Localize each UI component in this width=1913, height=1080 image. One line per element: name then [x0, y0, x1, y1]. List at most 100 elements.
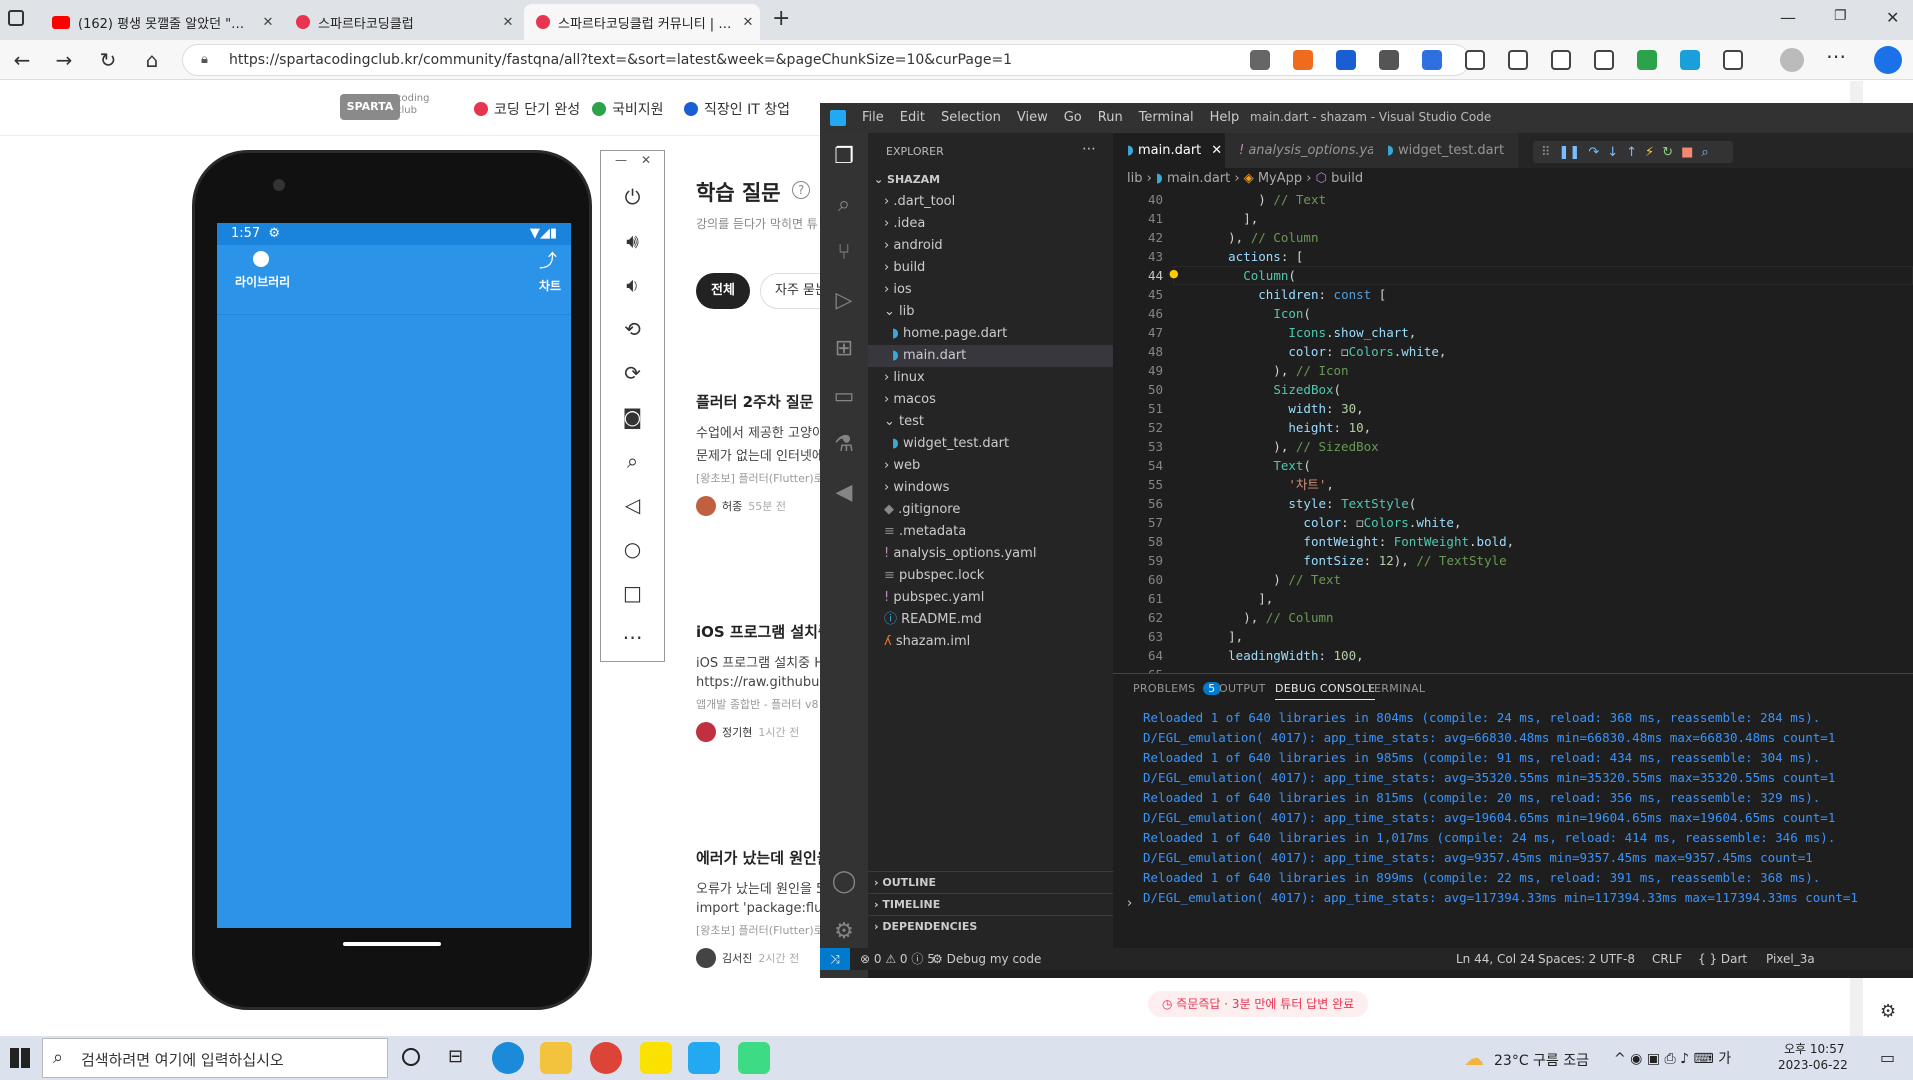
- post-list-item[interactable]: iOS 프로그램 설치중 iOS 프로그램 설치중 H https://raw.…: [696, 621, 820, 751]
- extension-icon[interactable]: [1293, 50, 1313, 70]
- show-chart-icon[interactable]: ⤴: [539, 247, 557, 273]
- language-status[interactable]: { } Dart: [1698, 948, 1747, 970]
- home-gesture-bar[interactable]: [343, 942, 441, 946]
- taskbar-search-box[interactable]: ⌕ 검색하려면 여기에 입력하십시오: [42, 1038, 388, 1078]
- split-screen-icon[interactable]: [1508, 50, 1528, 70]
- volume-down-icon[interactable]: 🔉︎: [601, 263, 664, 307]
- extension-icon[interactable]: [1422, 50, 1442, 70]
- restart-icon[interactable]: ↻: [1662, 145, 1673, 160]
- project-folder[interactable]: ⌄ SHAZAM: [868, 169, 1113, 191]
- step-into-icon[interactable]: ↓: [1607, 145, 1618, 160]
- minimize-icon[interactable]: —: [615, 153, 627, 167]
- testing-icon[interactable]: ⚗: [820, 421, 868, 469]
- breadcrumb-method[interactable]: build: [1331, 171, 1363, 186]
- close-window-icon[interactable]: ✕: [1886, 8, 1899, 27]
- avatar[interactable]: [1780, 48, 1804, 72]
- lightbulb-icon[interactable]: ●: [1169, 267, 1179, 280]
- menu-go[interactable]: Go: [1064, 110, 1082, 125]
- post-list-item[interactable]: 플러터 2주차 질문 수업에서 제공한 고양이 문제가 없는데 인터넷에 [왕초…: [696, 391, 820, 521]
- tree-item[interactable]: › ios: [868, 279, 1113, 301]
- browser-tab-youtube[interactable]: (162) 평생 못깰줄 알았던 "하드코어 ✕: [40, 4, 280, 40]
- restore-window-icon[interactable]: ❐: [1834, 8, 1847, 24]
- settings-gear-icon[interactable]: ⚙: [1880, 1001, 1896, 1022]
- emulator-taskbar-icon[interactable]: [738, 1042, 770, 1074]
- bing-icon[interactable]: [1874, 46, 1902, 74]
- kakaotalk-icon[interactable]: [640, 1042, 672, 1074]
- dependencies-section[interactable]: › DEPENDENCIES: [868, 915, 1113, 937]
- home-icon[interactable]: ⌂: [138, 46, 166, 74]
- browser-tab-community[interactable]: 스파르타코딩클럽 커뮤니티 | 스파 ✕: [524, 4, 760, 40]
- close-icon[interactable]: ✕: [736, 15, 760, 30]
- cortana-icon[interactable]: [402, 1048, 420, 1066]
- tree-item[interactable]: ⓘ README.md: [868, 609, 1113, 631]
- search-icon[interactable]: ⌕: [820, 181, 868, 229]
- quick-answer-badge[interactable]: ◷ 즉문즉답 · 3분 만에 튜터 답변 완료: [1148, 991, 1369, 1017]
- menu-edit[interactable]: Edit: [900, 110, 925, 125]
- extensions-icon[interactable]: ⊞: [820, 325, 868, 373]
- tree-item[interactable]: › .dart_tool: [868, 191, 1113, 213]
- more-icon[interactable]: ⋯: [1826, 44, 1846, 68]
- menu-view[interactable]: View: [1017, 110, 1048, 125]
- more-actions-icon[interactable]: ⋯: [1082, 141, 1096, 157]
- new-tab-icon[interactable]: +: [772, 6, 790, 31]
- code-area[interactable]: 40 41 42 43 44 45 46 47 48 49 50 51 52 53 54 55 56 57 58 59…: [1113, 190, 1913, 673]
- nav-link-startup[interactable]: 직장인 IT 창업: [684, 99, 790, 119]
- tree-item-selected[interactable]: ◗ main.dart: [868, 345, 1113, 367]
- remote-explorer-icon[interactable]: ▭: [820, 373, 868, 421]
- panel-tab-problems[interactable]: PROBLEMS 5: [1133, 682, 1221, 695]
- extension-icon[interactable]: [1250, 50, 1270, 70]
- edge-icon[interactable]: [492, 1042, 524, 1074]
- menu-selection[interactable]: Selection: [941, 110, 1001, 125]
- hot-reload-icon[interactable]: ⚡: [1645, 145, 1654, 160]
- panel-tab-terminal[interactable]: TERMINAL: [1367, 682, 1425, 695]
- tree-item[interactable]: ≡ pubspec.lock: [868, 565, 1113, 587]
- code-editor[interactable]: ◗ main.dart ✕ ! analysis_options.yaml ◗ w…: [1113, 133, 1913, 673]
- encoding-status[interactable]: UTF-8: [1600, 948, 1635, 970]
- power-icon[interactable]: ⏻: [601, 175, 664, 219]
- drag-handle-icon[interactable]: ⠿: [1541, 145, 1551, 160]
- share-icon[interactable]: [1723, 50, 1743, 70]
- editor-tab-main[interactable]: ◗ main.dart ✕: [1113, 133, 1238, 168]
- zoom-icon[interactable]: ⌕: [601, 439, 664, 483]
- tree-item[interactable]: ⌄ test: [868, 411, 1113, 433]
- outline-section[interactable]: › OUTLINE: [868, 871, 1113, 893]
- source-control-icon[interactable]: ⑂: [820, 229, 868, 277]
- forward-icon[interactable]: →: [50, 46, 78, 74]
- home-icon[interactable]: ○: [601, 527, 664, 571]
- indentation-status[interactable]: Spaces: 2: [1538, 948, 1596, 970]
- run-debug-icon[interactable]: ▷: [820, 277, 868, 325]
- tree-item[interactable]: › web: [868, 455, 1113, 477]
- close-icon[interactable]: ✕: [256, 15, 280, 30]
- filter-all-button[interactable]: 전체: [696, 273, 750, 309]
- chrome-icon[interactable]: [590, 1042, 622, 1074]
- tree-item[interactable]: ◗ home.page.dart: [868, 323, 1113, 345]
- stop-icon[interactable]: ■: [1681, 145, 1693, 160]
- extension-icon[interactable]: [1637, 50, 1657, 70]
- refresh-icon[interactable]: ↻: [94, 46, 122, 74]
- notification-icon[interactable]: ▭: [1880, 1048, 1895, 1067]
- tree-item[interactable]: › windows: [868, 477, 1113, 499]
- tree-item[interactable]: › linux: [868, 367, 1113, 389]
- shield-icon[interactable]: [1336, 50, 1356, 70]
- tree-item[interactable]: › .idea: [868, 213, 1113, 235]
- sparta-logo[interactable]: SPARTA: [340, 94, 400, 120]
- breadcrumb-file[interactable]: main.dart: [1167, 171, 1230, 186]
- tree-item[interactable]: ⌄ lib: [868, 301, 1113, 323]
- tree-item[interactable]: ◆ .gitignore: [868, 499, 1113, 521]
- timeline-section[interactable]: › TIMELINE: [868, 893, 1113, 915]
- menu-file[interactable]: File: [862, 110, 884, 125]
- help-icon[interactable]: ?: [792, 181, 810, 199]
- browser-tab-sparta[interactable]: 스파르타코딩클럽 ✕: [284, 4, 520, 40]
- rotate-right-icon[interactable]: ⟳: [601, 351, 664, 395]
- menu-run[interactable]: Run: [1098, 110, 1123, 125]
- file-explorer-icon[interactable]: [540, 1042, 572, 1074]
- debug-config-status[interactable]: ⚙ Debug my code: [932, 948, 1041, 970]
- eol-status[interactable]: CRLF: [1652, 948, 1682, 970]
- close-icon[interactable]: ✕: [1211, 143, 1222, 158]
- tree-item[interactable]: ◗ widget_test.dart: [868, 433, 1113, 455]
- problems-status[interactable]: ⊗ 0 ⚠ 0 ⓘ 5: [860, 948, 935, 970]
- clock-date[interactable]: 2023-06-22: [1778, 1058, 1848, 1072]
- system-tray-icons[interactable]: ^ ◉ ▣ ⎙ ♪ ⌨ 가: [1614, 1048, 1731, 1068]
- tree-item[interactable]: ʎ shazam.iml: [868, 631, 1113, 653]
- overview-icon[interactable]: □: [601, 571, 664, 615]
